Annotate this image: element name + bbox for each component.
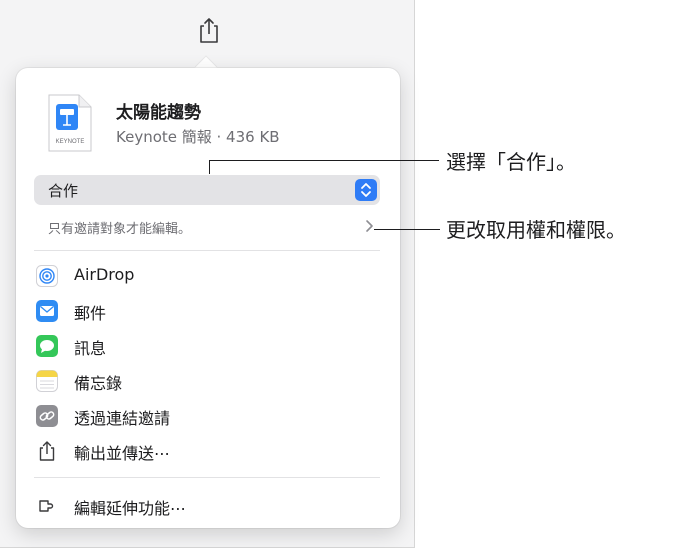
menu-item-mail[interactable]: 郵件: [34, 295, 380, 327]
notes-icon: [36, 370, 58, 392]
document-title: 太陽能趨勢: [116, 103, 201, 123]
menu-item-export-send[interactable]: 輸出並傳送⋯: [34, 435, 380, 467]
menu-item-notes[interactable]: 備忘錄: [34, 365, 380, 397]
callout-leader-collab: [209, 160, 439, 161]
callout-change-access: 更改取用權和權限。: [446, 218, 626, 242]
menu-item-label: 輸出並傳送⋯: [74, 444, 171, 463]
menu-item-invite-link[interactable]: 透過連結邀請: [34, 400, 380, 432]
access-permissions-row[interactable]: 只有邀請對象才能編輯。: [34, 214, 380, 240]
menu-item-label: 備忘錄: [74, 374, 123, 393]
menu-item-label: 郵件: [74, 304, 107, 323]
messages-icon: [36, 335, 58, 357]
extensions-icon: [36, 495, 58, 517]
airdrop-icon: [36, 265, 58, 287]
share-button[interactable]: [196, 16, 222, 44]
link-icon: [36, 405, 58, 427]
divider: [34, 250, 380, 251]
export-icon: [36, 440, 58, 462]
callout-leader-collab-vertical: [209, 160, 210, 174]
keynote-document-icon: KEYNOTE: [46, 94, 92, 152]
divider: [34, 477, 380, 478]
svg-text:KEYNOTE: KEYNOTE: [56, 139, 85, 145]
menu-item-label: 訊息: [74, 339, 107, 358]
share-popover: KEYNOTE 太陽能趨勢 Keynote 簡報 · 436 KB 合作 只有邀…: [16, 68, 400, 528]
callout-choose-collaboration: 選擇「合作」。: [446, 150, 576, 174]
access-permissions-text: 只有邀請對象才能編輯。: [48, 222, 192, 237]
menu-item-label: 透過連結邀請: [74, 409, 171, 428]
mail-icon: [36, 300, 58, 322]
menu-item-edit-extensions[interactable]: 編輯延伸功能⋯: [34, 490, 380, 522]
collaboration-select-value: 合作: [48, 182, 79, 200]
collaboration-select[interactable]: 合作: [34, 175, 380, 205]
callout-leader-access: [374, 229, 440, 230]
share-icon: [200, 18, 218, 43]
menu-item-airdrop[interactable]: AirDrop: [34, 260, 380, 292]
chevron-right-icon: [362, 218, 376, 234]
document-meta: Keynote 簡報 · 436 KB: [116, 128, 280, 146]
menu-item-label: 編輯延伸功能⋯: [74, 499, 187, 518]
select-stepper-icon: [355, 179, 377, 201]
menu-item-messages[interactable]: 訊息: [34, 330, 380, 362]
menu-item-label: AirDrop: [74, 265, 135, 284]
